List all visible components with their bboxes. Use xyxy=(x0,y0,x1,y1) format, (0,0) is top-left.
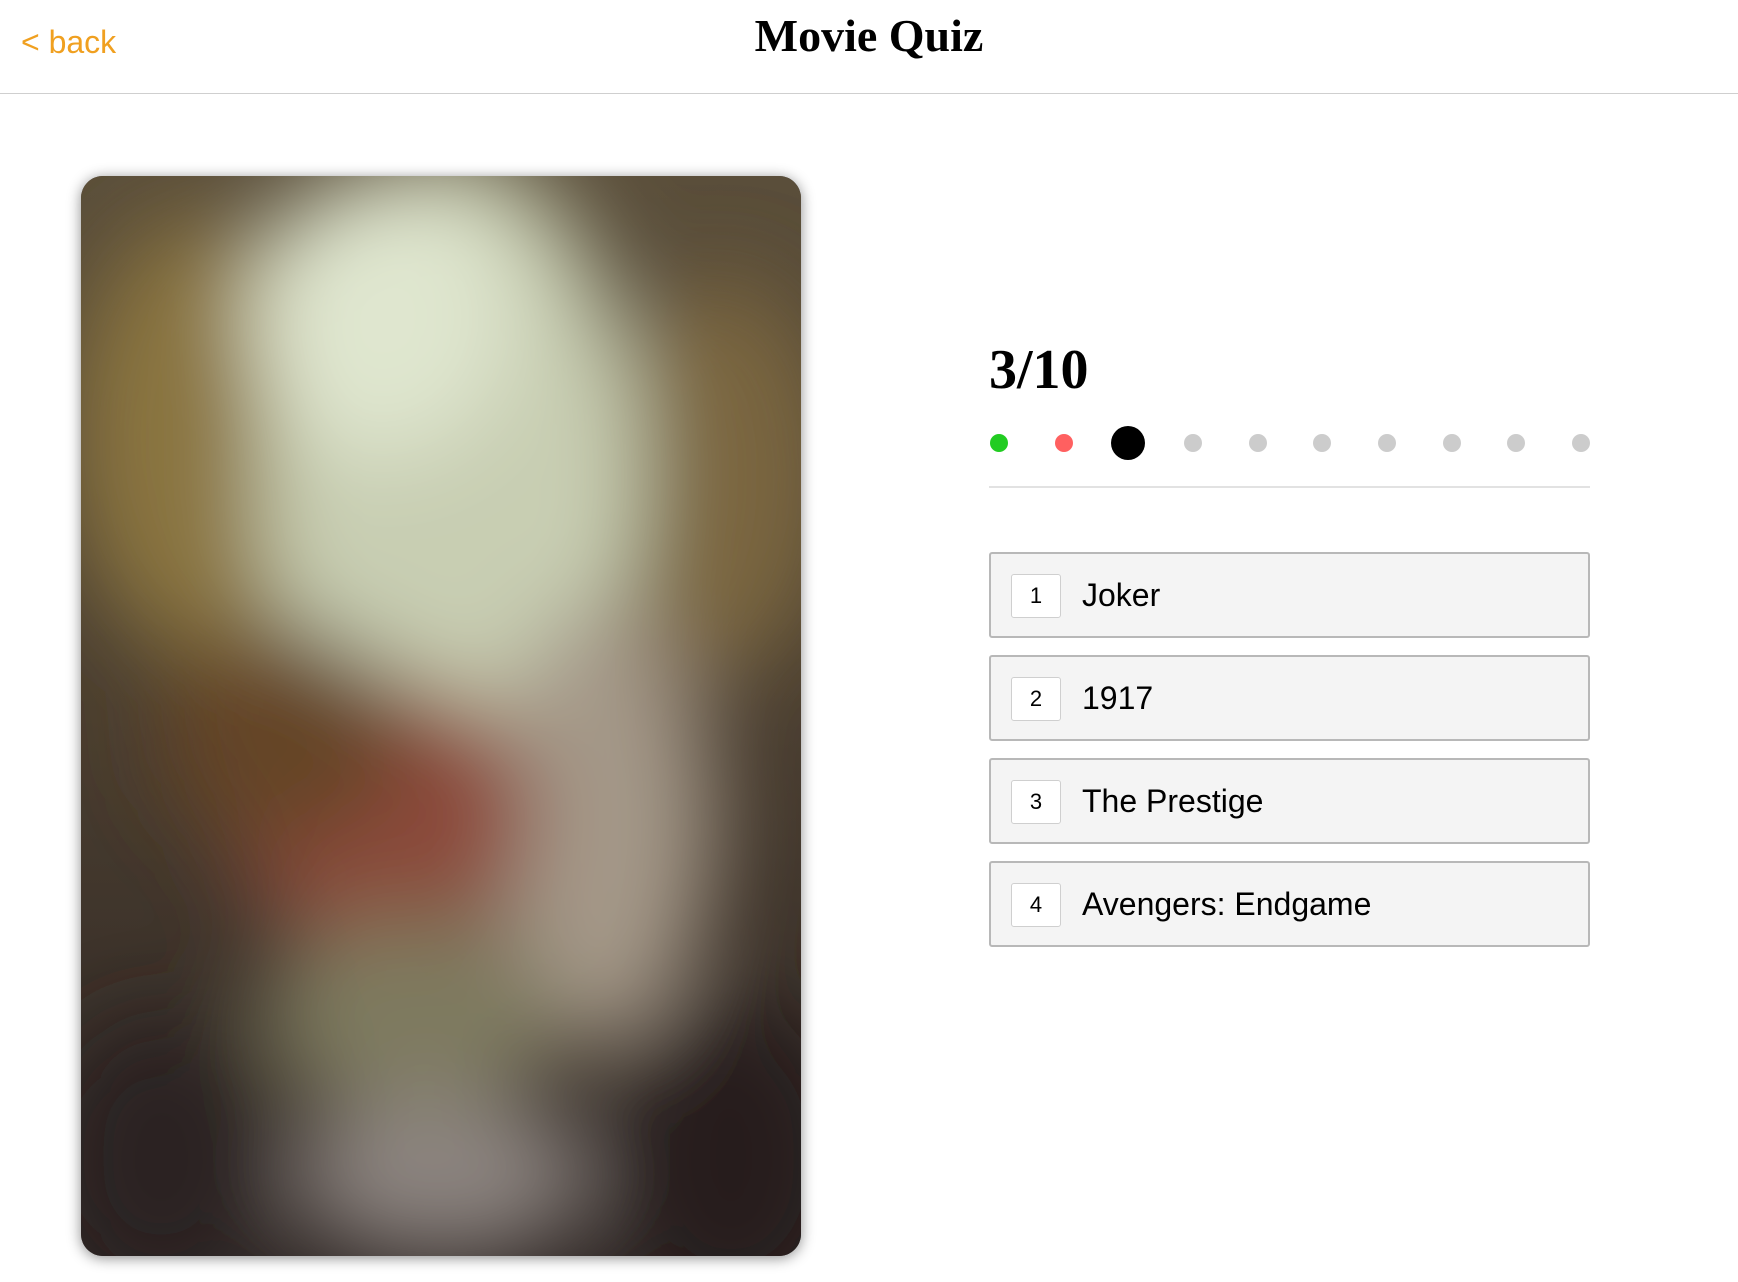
progress-dot-pending xyxy=(1184,434,1202,452)
option-number: 2 xyxy=(1011,677,1061,721)
option-number: 3 xyxy=(1011,780,1061,824)
progress-dot-pending xyxy=(1313,434,1332,452)
option-number: 1 xyxy=(1011,574,1061,618)
answer-option[interactable]: 2 1917 xyxy=(989,655,1590,741)
quiz-panel: 3/10 1 Joker 2 1917 3 The Prestige 4 Ave… xyxy=(989,330,1590,964)
top-bar: < back Movie Quiz xyxy=(0,0,1738,94)
progress-dot-pending xyxy=(1442,434,1461,452)
answer-option[interactable]: 4 Avengers: Endgame xyxy=(989,861,1590,947)
option-label: Joker xyxy=(1082,577,1161,613)
movie-poster-image xyxy=(81,176,801,1256)
option-label: The Prestige xyxy=(1082,783,1264,819)
progress-indicator xyxy=(989,418,1590,488)
progress-dot-pending xyxy=(1248,434,1267,452)
blurred-poster-graphic xyxy=(81,176,801,1256)
answer-option[interactable]: 3 The Prestige xyxy=(989,758,1590,844)
page-title: Movie Quiz xyxy=(754,10,984,61)
progress-dot-current xyxy=(1111,426,1146,460)
answer-option[interactable]: 1 Joker xyxy=(989,552,1590,638)
progress-dot-correct xyxy=(990,434,1008,452)
progress-dot-pending xyxy=(1378,434,1396,452)
answer-options: 1 Joker 2 1917 3 The Prestige 4 Avengers… xyxy=(989,552,1590,947)
progress-dot-pending xyxy=(1572,434,1590,452)
option-label: Avengers: Endgame xyxy=(1082,886,1372,922)
question-counter: 3/10 xyxy=(989,339,1089,401)
progress-dot-pending xyxy=(1507,434,1526,452)
option-number: 4 xyxy=(1011,883,1061,927)
progress-dot-wrong xyxy=(1054,434,1073,452)
option-label: 1917 xyxy=(1082,680,1154,716)
